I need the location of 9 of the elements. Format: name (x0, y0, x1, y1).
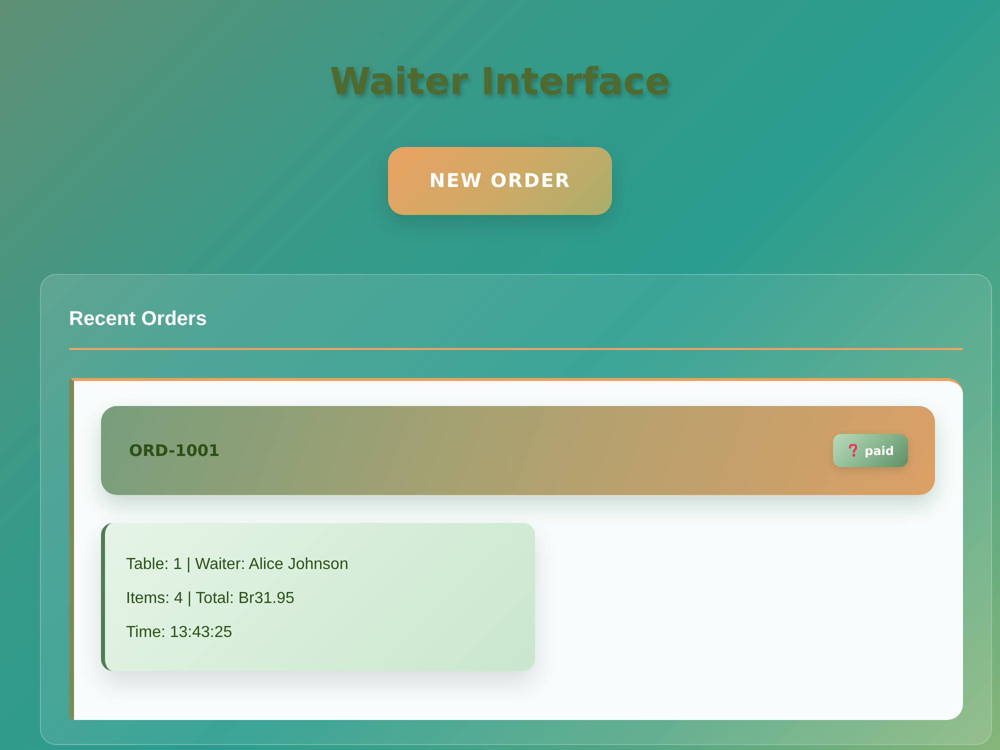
panel-title: Recent Orders (69, 307, 207, 332)
status-text: paid (864, 444, 894, 458)
page-title: Waiter Interface (330, 59, 670, 105)
order-id: ORD-1001 (129, 441, 220, 460)
question-mark-icon (848, 444, 857, 457)
detail-line: Time: 13:43:25 (126, 623, 232, 643)
new-order-button[interactable]: NEW ORDER (388, 147, 612, 215)
detail-line: Items: 4 | Total: Br31.95 (126, 589, 294, 609)
detail-line: Table: 1 | Waiter: Alice Johnson (126, 555, 348, 575)
